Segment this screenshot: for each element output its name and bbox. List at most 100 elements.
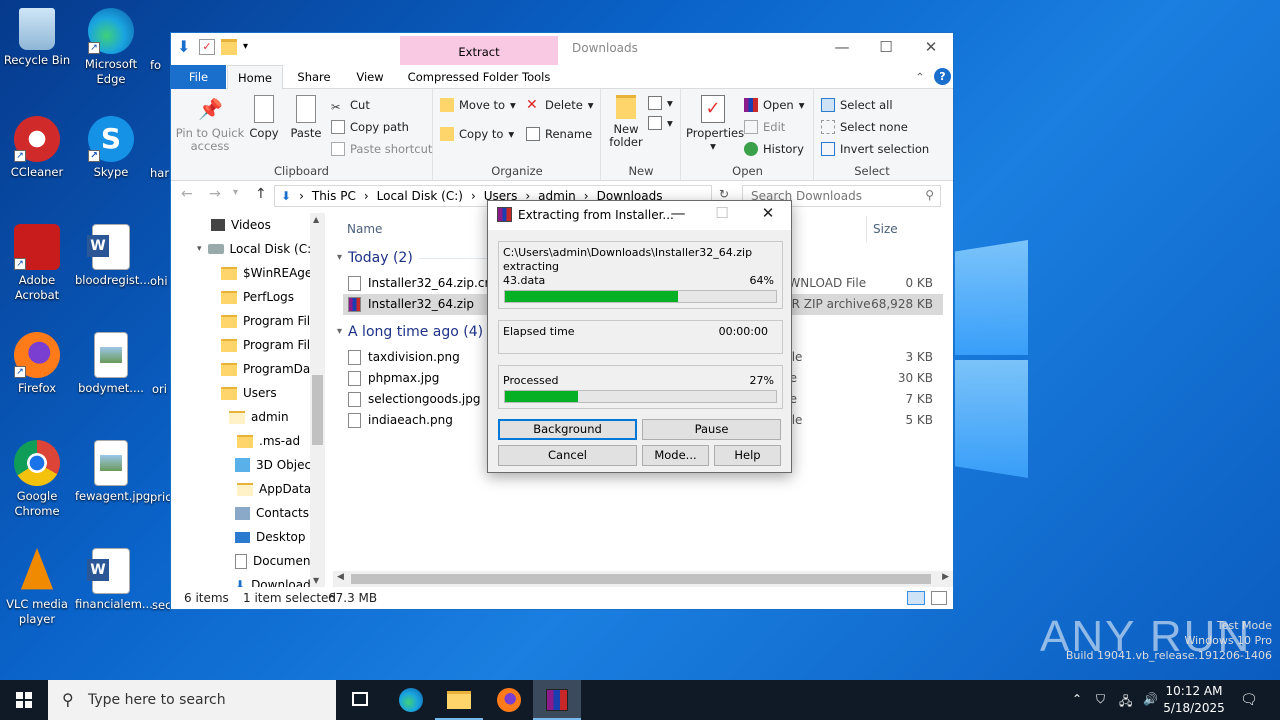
tab-file[interactable]: File [171,65,226,89]
desktop-icon-partial[interactable]: pric [150,490,172,505]
desktop-icon-partial[interactable]: har [150,166,172,181]
desktop-icon-ccleaner[interactable]: ↗ CCleaner [1,116,73,180]
start-button[interactable] [0,680,48,720]
history-button[interactable]: History [744,139,804,159]
scroll-left-icon[interactable]: ◀ [337,572,344,582]
cancel-button[interactable]: Cancel [498,445,637,466]
recent-locations-icon[interactable]: ▾ [233,187,238,198]
desktop-icon-edge[interactable]: ↗ Microsoft Edge [75,8,147,87]
nav-item-local-disk[interactable]: ▾ Local Disk (C:) [197,237,316,261]
nav-item-3d-objects[interactable]: 3D Objects [235,453,322,477]
tab-view[interactable]: View [345,65,395,89]
volume-icon[interactable]: 🔊 [1143,692,1158,706]
desktop-icon-bodymet[interactable]: bodymet.... [75,332,147,396]
paste-button[interactable]: Paste [287,95,325,140]
security-icon[interactable]: ⛉ [1096,692,1105,707]
mode-button[interactable]: Mode... [642,445,709,466]
nav-item-ms-ad[interactable]: .ms-ad [237,429,300,453]
minimize-button[interactable]: — [819,33,865,63]
edit-button[interactable]: Edit [744,117,785,137]
new-folder-button[interactable]: New folder [606,95,646,149]
explorer-titlebar[interactable]: ⬇ ✓ ▾ Extract Downloads — ☐ ✕ [171,33,953,65]
nav-item-videos[interactable]: Videos [211,213,271,237]
desktop-icon-chrome[interactable]: Google Chrome [1,440,73,519]
hscroll-thumb[interactable] [351,574,931,584]
rename-button[interactable]: Rename [526,124,592,144]
desktop-icon-financialem[interactable]: W financialem... [75,548,153,612]
select-all-button[interactable]: Select all [821,95,893,115]
pause-button[interactable]: Pause [642,419,781,440]
breadcrumb-item[interactable]: This PC [312,189,356,203]
desktop-icon-firefox[interactable]: ↗ Firefox [1,332,73,396]
nav-item-appdata[interactable]: AppData [237,477,311,501]
large-icons-view-icon[interactable] [931,591,947,605]
background-button[interactable]: Background [498,419,637,440]
pin-quick-access-button[interactable]: 📌 Pin to Quick access [175,95,245,153]
help-icon[interactable]: ? [934,68,951,85]
nav-item-contacts[interactable]: Contacts [235,501,309,525]
paste-shortcut-button[interactable]: Paste shortcut [331,139,432,159]
nav-item-downloads[interactable]: ⬇ Downloads [235,573,317,587]
scroll-down-icon[interactable]: ▼ [313,576,319,585]
cut-button[interactable]: ✂ Cut [331,95,370,115]
tab-home[interactable]: Home [227,65,283,90]
nav-scrollbar[interactable]: ▲ ▼ [310,213,325,587]
tab-compressed-folder-tools[interactable]: Compressed Folder Tools [400,65,558,89]
forward-arrow-icon[interactable]: → [209,186,221,202]
nav-item-users[interactable]: Users [221,381,277,405]
properties-check-icon[interactable]: ✓ [199,39,215,55]
help-button[interactable]: Help [714,445,781,466]
up-arrow-icon[interactable]: ↑ [255,186,267,202]
dialog-minimize-button[interactable]: — [663,204,693,222]
copy-button[interactable]: Copy [247,95,281,140]
breadcrumb-item[interactable]: Local Disk (C:) [377,189,463,203]
open-button[interactable]: Open ▾ [744,95,805,115]
extract-context-tab[interactable]: Extract [400,36,558,65]
column-header-size[interactable]: Size [873,218,898,240]
desktop-icon-bloodregist[interactable]: W bloodregist... [75,224,150,288]
task-view-button[interactable] [336,680,384,720]
desktop-icon-acrobat[interactable]: ↗ Adobe Acrobat [1,224,73,303]
scroll-up-icon[interactable]: ▲ [313,215,319,224]
close-button[interactable]: ✕ [908,33,954,63]
back-arrow-icon[interactable]: ← [181,186,193,202]
easy-access-button[interactable]: ▾ [648,113,673,133]
desktop-icon-partial[interactable]: ohi [150,274,172,289]
nav-item-programdata[interactable]: ProgramData [221,357,322,381]
delete-button[interactable]: ✕ Delete ▾ [526,95,594,115]
move-to-button[interactable]: Move to ▾ [440,95,516,115]
invert-selection-button[interactable]: Invert selection [821,139,929,159]
scroll-right-icon[interactable]: ▶ [942,572,949,582]
dialog-close-button[interactable]: ✕ [753,204,783,222]
clock[interactable]: 10:12 AM 5/18/2025 [1160,683,1228,717]
nav-item-admin[interactable]: admin [229,405,289,429]
new-item-button[interactable]: ▾ [648,93,673,113]
copy-to-button[interactable]: Copy to ▾ [440,124,514,144]
select-none-button[interactable]: Select none [821,117,908,137]
taskbar-winrar[interactable] [533,680,581,720]
collapse-ribbon-icon[interactable]: ⌃ [913,65,927,89]
tab-share[interactable]: Share [288,65,340,89]
maximize-button[interactable]: ☐ [863,33,909,63]
column-header-name[interactable]: Name [347,218,382,240]
taskbar-firefox[interactable] [485,680,533,720]
nav-item-documents[interactable]: Documents [235,549,321,573]
taskbar-edge[interactable] [387,680,435,720]
dialog-titlebar[interactable]: Extracting from Installer... — ☐ ✕ [488,201,791,230]
nav-scroll-thumb[interactable] [312,375,323,445]
file-list-hscrollbar[interactable]: ◀ ▶ [333,571,953,587]
show-hidden-icons[interactable]: ⌃ [1072,692,1082,706]
new-folder-icon[interactable] [221,39,237,55]
network-icon[interactable]: 🖧 [1119,692,1132,713]
desktop-icon-recycle-bin[interactable]: Recycle Bin [1,8,73,68]
desktop-icon-fewagent[interactable]: fewagent.jpg [75,440,150,504]
taskbar-file-explorer[interactable] [435,680,483,720]
taskbar-search-input[interactable]: ⚲ Type here to search [48,680,336,720]
refresh-icon[interactable]: ↻ [719,187,729,201]
details-view-icon[interactable] [907,591,925,605]
copy-path-button[interactable]: Copy path [331,117,409,137]
desktop-icon-skype[interactable]: S ↗ Skype [75,116,147,180]
download-arrow-icon[interactable]: ⬇ [177,39,193,55]
desktop-icon-vlc[interactable]: VLC media player [1,548,73,627]
desktop-icon-partial[interactable]: fo [150,58,172,73]
